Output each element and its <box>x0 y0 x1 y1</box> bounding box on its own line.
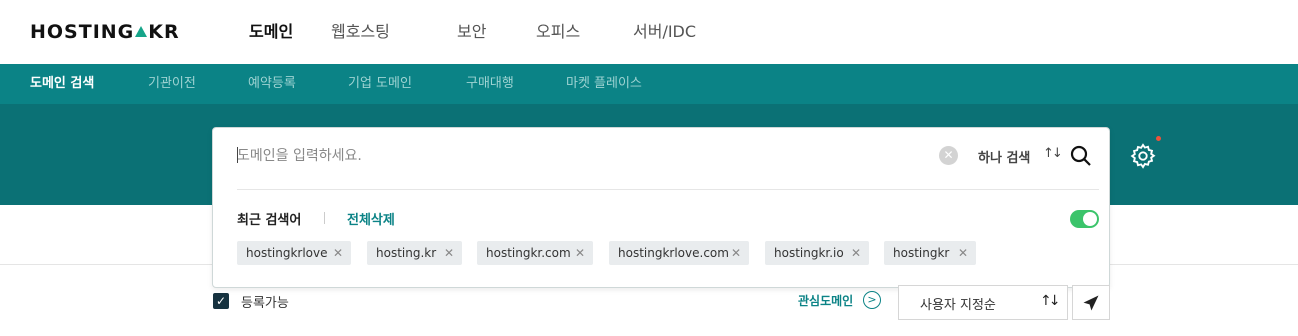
send-button[interactable] <box>1072 285 1110 320</box>
close-icon[interactable]: ✕ <box>851 241 861 265</box>
recent-chip[interactable]: hostingkrlove ✕ <box>237 241 351 265</box>
recent-chip[interactable]: hostingkr ✕ <box>884 241 976 265</box>
chip-label: hostingkrlove <box>246 246 328 260</box>
menu-web-hosting[interactable]: 웹호스팅 <box>331 21 390 43</box>
title-separator <box>324 212 325 224</box>
subnav-enterprise-domain[interactable]: 기업 도메인 <box>348 75 412 93</box>
close-icon[interactable]: ✕ <box>731 241 741 265</box>
clear-icon[interactable]: ✕ <box>939 146 958 165</box>
recent-chip[interactable]: hosting.kr ✕ <box>367 241 462 265</box>
recent-searches-title: 최근 검색어 <box>237 213 302 228</box>
recent-chip[interactable]: hostingkr.io ✕ <box>765 241 869 265</box>
close-icon[interactable]: ✕ <box>575 241 585 265</box>
sort-icon: ↑↓ <box>1040 293 1061 309</box>
delete-all-button[interactable]: 전체삭제 <box>347 209 395 228</box>
available-label[interactable]: 등록가능 <box>241 292 289 311</box>
hosting-kr-logo[interactable]: HOSTING KR <box>30 21 180 43</box>
subnav-domain-search[interactable]: 도메인 검색 <box>30 75 94 93</box>
panel-divider <box>237 189 1099 190</box>
recent-chip[interactable]: hostingkr.com ✕ <box>477 241 593 265</box>
recent-chip[interactable]: hostingkrlove.com ✕ <box>609 241 749 265</box>
chip-label: hostingkrlove.com <box>618 246 729 260</box>
recent-search-toggle[interactable] <box>1070 210 1099 228</box>
close-icon[interactable]: ✕ <box>333 241 343 265</box>
subnav-reservation[interactable]: 예약등록 <box>248 75 296 93</box>
gear-icon[interactable] <box>1129 142 1157 170</box>
domain-search-panel: ✕ 하나 검색 ↑↓ 최근 검색어 전체삭제 hostingkrlove ✕ ho… <box>212 127 1110 288</box>
subnav-purchase-agent[interactable]: 구매대행 <box>466 75 514 93</box>
favorites-link[interactable]: 관심도메인 <box>798 292 853 309</box>
search-mode-label[interactable]: 하나 검색 <box>978 147 1030 166</box>
domain-search-input[interactable] <box>237 144 927 168</box>
logo-triangle-icon <box>135 26 148 37</box>
toggle-knob <box>1083 212 1097 226</box>
menu-domain[interactable]: 도메인 <box>249 21 293 43</box>
sort-label: 사용자 지정순 <box>920 298 996 313</box>
menu-security[interactable]: 보안 <box>457 21 486 43</box>
menu-server-idc[interactable]: 서버/IDC <box>633 21 696 43</box>
top-navigation: HOSTING KR 도메인 웹호스팅 보안 오피스 서버/IDC <box>0 0 1298 64</box>
chip-label: hostingkr.com <box>486 246 571 260</box>
notification-dot <box>1156 136 1161 141</box>
search-icon[interactable] <box>1069 144 1093 168</box>
sort-select[interactable]: 사용자 지정순 ↑↓ <box>898 285 1068 320</box>
subnav-marketplace[interactable]: 마켓 플레이스 <box>566 75 642 93</box>
sub-navigation: 도메인 검색 기관이전 예약등록 기업 도메인 구매대행 마켓 플레이스 <box>0 64 1298 104</box>
text-caret <box>237 147 238 163</box>
available-checkbox[interactable]: ✓ <box>213 293 229 309</box>
close-icon[interactable]: ✕ <box>958 241 968 265</box>
chip-label: hosting.kr <box>376 246 437 260</box>
chip-label: hostingkr <box>893 246 950 260</box>
chevron-right-icon[interactable]: > <box>863 291 881 309</box>
menu-office[interactable]: 오피스 <box>536 21 580 43</box>
close-icon[interactable]: ✕ <box>444 241 454 265</box>
swap-icon[interactable]: ↑↓ <box>1043 146 1063 161</box>
send-icon <box>1083 295 1099 311</box>
chip-label: hostingkr.io <box>774 246 844 260</box>
subnav-agency-transfer[interactable]: 기관이전 <box>148 75 196 93</box>
